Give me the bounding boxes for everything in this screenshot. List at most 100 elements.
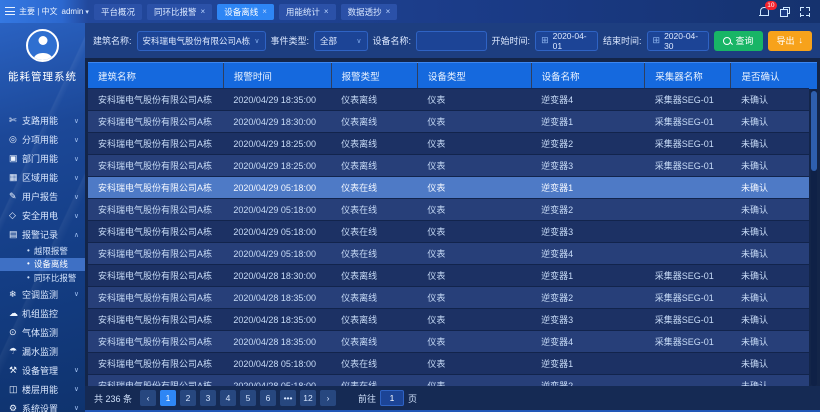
- table-row[interactable]: 安科瑞电气股份有限公司A栋2020/04/28 18:30:00仪表离线仪表逆变…: [88, 265, 809, 287]
- table-cell: 未确认: [731, 353, 809, 375]
- table-cell: 逆变器1: [531, 177, 645, 199]
- menu-item-label: 用户报告: [22, 190, 74, 203]
- goto-page-input[interactable]: 1: [380, 390, 404, 406]
- restore-window-icon[interactable]: [780, 7, 790, 17]
- tab-close-icon[interactable]: ×: [201, 7, 206, 16]
- alarm-table-area: 建筑名称报警时间报警类型设备类型设备名称采集器名称是否确认 安科瑞电气股份有限公…: [88, 62, 817, 386]
- tab[interactable]: 设备离线 ×: [217, 4, 274, 20]
- table-cell: 仪表离线: [331, 331, 417, 353]
- table-row[interactable]: 安科瑞电气股份有限公司A栋2020/04/29 05:18:00仪表在线仪表逆变…: [88, 177, 809, 199]
- table-cell: 仪表离线: [331, 111, 417, 133]
- sidebar-subitem[interactable]: • 设备离线: [0, 258, 85, 272]
- start-date-picker[interactable]: ⊞ 2020-04-01: [535, 31, 598, 51]
- table-cell: 采集器SEG-01: [645, 265, 731, 287]
- tab-close-icon[interactable]: ×: [324, 7, 329, 16]
- search-button[interactable]: 查询: [714, 31, 762, 51]
- prev-page-button[interactable]: ‹: [140, 390, 156, 406]
- hamburger-menu-icon[interactable]: [5, 7, 15, 16]
- page-number-button[interactable]: 5: [240, 390, 256, 406]
- table-cell: 采集器SEG-01: [645, 331, 731, 353]
- chevron-down-icon: ∨: [74, 366, 79, 374]
- end-date-picker[interactable]: ⊞ 2020-04-30: [647, 31, 710, 51]
- table-cell: 未确认: [731, 133, 809, 155]
- notification-bell[interactable]: 10: [758, 6, 770, 18]
- sidebar-item[interactable]: ▤ 报警记录 ∧: [0, 225, 85, 244]
- export-button[interactable]: 导出 ↓: [768, 31, 813, 51]
- table-cell: 仪表离线: [331, 309, 417, 331]
- tab[interactable]: 数据透抄 ×: [341, 4, 398, 20]
- table-cell: 逆变器2: [531, 133, 645, 155]
- table-row[interactable]: 安科瑞电气股份有限公司A栋2020/04/29 18:25:00仪表离线仪表逆变…: [88, 133, 809, 155]
- goto-page: 前往 1 页: [358, 390, 417, 406]
- sidebar-item[interactable]: ⚒ 设备管理 ∨: [0, 361, 85, 380]
- table-cell: 仪表: [417, 265, 531, 287]
- table-cell: [645, 177, 731, 199]
- sidebar-item[interactable]: ◫ 楼层用能 ∨: [0, 380, 85, 399]
- page-number-button[interactable]: 4: [220, 390, 236, 406]
- app-window: 主要 | 中文 admin ▾ 平台概况 同环比报警 × 设备离线 × 用能统计…: [0, 0, 820, 412]
- table-row[interactable]: 安科瑞电气股份有限公司A栋2020/04/28 18:35:00仪表离线仪表逆变…: [88, 309, 809, 331]
- table-cell: 仪表: [417, 133, 531, 155]
- table-row[interactable]: 安科瑞电气股份有限公司A栋2020/04/28 18:35:00仪表离线仪表逆变…: [88, 331, 809, 353]
- table-cell: 未确认: [731, 89, 809, 111]
- sidebar-item[interactable]: ⚙ 系统设置 ∨: [0, 399, 85, 412]
- page-number-button[interactable]: 12: [300, 390, 316, 406]
- search-icon: [723, 37, 731, 45]
- table-cell: 仪表在线: [331, 243, 417, 265]
- tab[interactable]: 平台概况: [94, 4, 142, 20]
- tab-close-icon[interactable]: ×: [262, 7, 267, 16]
- sidebar-item[interactable]: ◇ 安全用电 ∨: [0, 206, 85, 225]
- table-row[interactable]: 安科瑞电气股份有限公司A栋2020/04/29 18:35:00仪表离线仪表逆变…: [88, 89, 809, 111]
- event-type-label: 事件类型:: [271, 34, 310, 47]
- sidebar-item[interactable]: ⊙ 气体监测: [0, 323, 85, 342]
- table-row[interactable]: 安科瑞电气股份有限公司A栋2020/04/28 05:18:00仪表在线仪表逆变…: [88, 375, 809, 387]
- page-number-button[interactable]: 1: [160, 390, 176, 406]
- table-row[interactable]: 安科瑞电气股份有限公司A栋2020/04/29 18:30:00仪表离线仪表逆变…: [88, 111, 809, 133]
- vertical-scrollbar[interactable]: [811, 89, 817, 386]
- tab[interactable]: 同环比报警 ×: [147, 4, 212, 20]
- table-cell: 安科瑞电气股份有限公司A栋: [88, 287, 223, 309]
- search-button-label: 查询: [735, 34, 753, 47]
- table-cell: 2020/04/28 18:30:00: [223, 265, 331, 287]
- sidebar-item[interactable]: ✄ 支路用能 ∨: [0, 111, 85, 130]
- page-number-button[interactable]: 6: [260, 390, 276, 406]
- sidebar-item[interactable]: ✎ 用户报告 ∨: [0, 187, 85, 206]
- sidebar-item[interactable]: ◎ 分项用能 ∨: [0, 130, 85, 149]
- scrollbar-thumb[interactable]: [811, 91, 817, 171]
- column-header: 报警时间: [223, 63, 331, 89]
- next-page-button[interactable]: ›: [320, 390, 336, 406]
- page-number-button[interactable]: 3: [200, 390, 216, 406]
- fullscreen-icon[interactable]: [800, 7, 810, 17]
- sidebar-subitem[interactable]: • 越限报警: [0, 244, 85, 258]
- page-number-button[interactable]: •••: [280, 390, 296, 406]
- sidebar-item[interactable]: ▣ 部门用能 ∨: [0, 149, 85, 168]
- table-row[interactable]: 安科瑞电气股份有限公司A栋2020/04/29 05:18:00仪表在线仪表逆变…: [88, 221, 809, 243]
- tab-close-icon[interactable]: ×: [386, 7, 391, 16]
- table-row[interactable]: 安科瑞电气股份有限公司A栋2020/04/29 18:25:00仪表离线仪表逆变…: [88, 155, 809, 177]
- page-number-button[interactable]: 2: [180, 390, 196, 406]
- table-cell: 2020/04/28 05:18:00: [223, 375, 331, 387]
- sidebar-subitem[interactable]: • 同环比报警: [0, 271, 85, 285]
- table-row[interactable]: 安科瑞电气股份有限公司A栋2020/04/29 05:18:00仪表在线仪表逆变…: [88, 199, 809, 221]
- sidebar-item[interactable]: ☂ 漏水监测: [0, 342, 85, 361]
- user-menu[interactable]: admin ▾: [62, 7, 89, 16]
- table-cell: 采集器SEG-01: [645, 133, 731, 155]
- sidebar-item[interactable]: ❄ 空调监测 ∨: [0, 285, 85, 304]
- table-row[interactable]: 安科瑞电气股份有限公司A栋2020/04/28 18:35:00仪表离线仪表逆变…: [88, 287, 809, 309]
- device-name-input[interactable]: [422, 36, 481, 46]
- menu-item-label: 气体监测: [22, 326, 79, 339]
- table-cell: 2020/04/29 18:30:00: [223, 111, 331, 133]
- building-select[interactable]: 安科瑞电气股份有限公司A栋 ∨: [137, 31, 266, 51]
- system-settings-icon: ⚙: [9, 403, 22, 412]
- event-type-select[interactable]: 全部 ∨: [314, 31, 368, 51]
- tab[interactable]: 用能统计 ×: [279, 4, 336, 20]
- sidebar-item[interactable]: ▦ 区域用能 ∨: [0, 168, 85, 187]
- branch-energy-icon: ✄: [9, 115, 22, 126]
- table-cell: 2020/04/29 18:25:00: [223, 155, 331, 177]
- table-row[interactable]: 安科瑞电气股份有限公司A栋2020/04/29 05:18:00仪表在线仪表逆变…: [88, 243, 809, 265]
- device-management-icon: ⚒: [9, 365, 22, 376]
- table-row[interactable]: 安科瑞电气股份有限公司A栋2020/04/28 05:18:00仪表在线仪表逆变…: [88, 353, 809, 375]
- ac-monitor-icon: ❄: [9, 289, 22, 300]
- sidebar-item[interactable]: ☁ 机组监控: [0, 304, 85, 323]
- table-cell: 未确认: [731, 331, 809, 353]
